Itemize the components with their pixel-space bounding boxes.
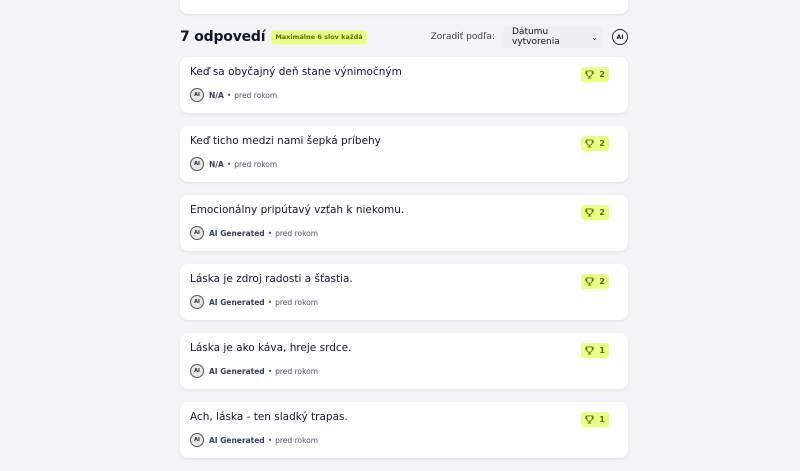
separator: •: [267, 366, 273, 376]
separator: •: [226, 159, 232, 169]
trophy-icon: [585, 70, 595, 79]
vote-count: 2: [599, 208, 605, 217]
vote-button[interactable]: 2: [581, 274, 609, 289]
vote-count: 2: [599, 139, 605, 148]
ai-icon: AI: [616, 33, 624, 41]
separator: •: [226, 90, 232, 100]
word-limit-badge: Maximálne 6 slov každá: [271, 30, 367, 44]
vote-button[interactable]: 1: [581, 343, 609, 358]
answer-meta: AI N/A • pred rokom: [190, 87, 277, 103]
author-name: N/A: [209, 159, 224, 169]
timestamp: pred rokom: [275, 435, 319, 445]
trophy-icon: [585, 208, 595, 217]
avatar: AI: [190, 433, 204, 447]
answer-text: Emocionálny pripútavý vzťah k niekomu.: [190, 204, 405, 216]
previous-card: [180, 0, 628, 14]
answer-card[interactable]: Emocionálny pripútavý vzťah k niekomu. A…: [180, 195, 628, 251]
timestamp: pred rokom: [234, 159, 278, 169]
answer-meta: AI AI Generated • pred rokom: [190, 363, 318, 379]
sort-select[interactable]: Dátumu vytvorenia ⌄: [503, 26, 603, 48]
sort-label: Zoradiť podľa:: [430, 32, 495, 42]
separator: •: [267, 435, 273, 445]
separator: •: [267, 228, 273, 238]
separator: •: [267, 297, 273, 307]
answer-meta: AI AI Generated • pred rokom: [190, 225, 318, 241]
vote-count: 2: [599, 277, 605, 286]
avatar: AI: [190, 295, 204, 309]
trophy-icon: [585, 415, 595, 424]
answer-text: Keď sa obyčajný deň stane výnimočným: [190, 66, 402, 78]
vote-count: 2: [599, 70, 605, 79]
author-name: AI Generated: [209, 228, 265, 238]
answer-text: Keď ticho medzi nami šepká príbehy: [190, 135, 381, 147]
answers-list: Keď sa obyčajný deň stane výnimočným AI …: [180, 57, 628, 471]
answer-meta: AI AI Generated • pred rokom: [190, 294, 318, 310]
answer-text: Láska je zdroj radosti a šťastia.: [190, 273, 353, 285]
answer-meta: AI N/A • pred rokom: [190, 156, 277, 172]
answers-header: 7 odpovedí Maximálne 6 slov každá Zoradi…: [180, 24, 628, 50]
answer-meta: AI AI Generated • pred rokom: [190, 432, 318, 448]
timestamp: pred rokom: [275, 228, 319, 238]
vote-count: 1: [599, 346, 605, 355]
trophy-icon: [585, 346, 595, 355]
author-name: AI Generated: [209, 297, 265, 307]
trophy-icon: [585, 139, 595, 148]
answer-text: Ach, láska - ten sladký trapas.: [190, 411, 348, 423]
avatar: AI: [190, 88, 204, 102]
answer-card[interactable]: Láska je zdroj radosti a šťastia. AI AI …: [180, 264, 628, 320]
chevron-down-icon: ⌄: [591, 32, 598, 42]
answer-card[interactable]: Láska je ako káva, hreje srdce. AI AI Ge…: [180, 333, 628, 389]
vote-button[interactable]: 2: [581, 67, 609, 82]
vote-button[interactable]: 2: [581, 136, 609, 151]
timestamp: pred rokom: [275, 366, 319, 376]
answer-card[interactable]: Keď ticho medzi nami šepká príbehy AI N/…: [180, 126, 628, 182]
answer-card[interactable]: Keď sa obyčajný deň stane výnimočným AI …: [180, 57, 628, 113]
sort-select-value: Dátumu vytvorenia: [512, 27, 560, 47]
timestamp: pred rokom: [275, 297, 319, 307]
author-name: AI Generated: [209, 435, 265, 445]
ai-generate-button[interactable]: AI: [612, 29, 628, 45]
answers-count: 7 odpovedí: [180, 29, 266, 45]
timestamp: pred rokom: [234, 90, 278, 100]
avatar: AI: [190, 364, 204, 378]
author-name: N/A: [209, 90, 224, 100]
vote-button[interactable]: 2: [581, 205, 609, 220]
author-name: AI Generated: [209, 366, 265, 376]
vote-count: 1: [599, 415, 605, 424]
avatar: AI: [190, 226, 204, 240]
trophy-icon: [585, 277, 595, 286]
avatar: AI: [190, 157, 204, 171]
answer-text: Láska je ako káva, hreje srdce.: [190, 342, 352, 354]
vote-button[interactable]: 1: [581, 412, 609, 427]
